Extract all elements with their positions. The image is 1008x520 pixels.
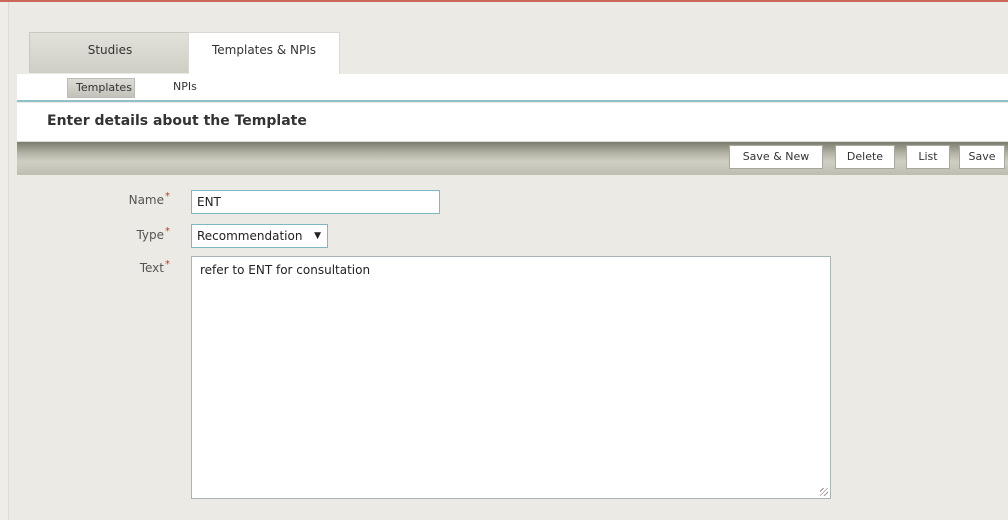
save-button[interactable]: Save: [959, 145, 1005, 169]
dropdown-arrow-icon: ▼: [314, 231, 321, 241]
delete-button[interactable]: Delete: [835, 145, 895, 169]
type-label-text: Type: [136, 228, 164, 242]
text-area-value: refer to ENT for consultation: [200, 263, 371, 277]
text-area[interactable]: refer to ENT for consultation: [191, 256, 831, 499]
subtab-npis[interactable]: NPIs: [165, 78, 205, 96]
name-field[interactable]: ENT: [191, 190, 440, 214]
sub-navigation: Templates NPIs: [17, 74, 1008, 102]
tab-templates-npis[interactable]: Templates & NPIs: [188, 32, 340, 75]
save-and-new-button[interactable]: Save & New: [729, 145, 823, 169]
resize-grip-icon[interactable]: [820, 488, 828, 496]
page-title: Enter details about the Template: [47, 113, 307, 129]
subtab-templates[interactable]: Templates: [67, 78, 135, 98]
name-label: Name*: [110, 191, 170, 207]
section-header: Enter details about the Template: [17, 103, 1008, 142]
list-button[interactable]: List: [906, 145, 950, 169]
name-label-text: Name: [128, 193, 164, 207]
type-select[interactable]: Recommendation ▼: [191, 224, 328, 248]
text-label: Text*: [110, 259, 170, 275]
required-marker: *: [165, 259, 170, 270]
type-select-value: Recommendation: [197, 229, 303, 243]
required-marker: *: [165, 226, 170, 237]
text-label-text: Text: [139, 261, 164, 275]
type-label: Type*: [110, 226, 170, 242]
action-toolbar: Save & New Delete List Save: [17, 142, 1008, 175]
tab-studies[interactable]: Studies: [29, 32, 191, 73]
required-marker: *: [165, 191, 170, 202]
